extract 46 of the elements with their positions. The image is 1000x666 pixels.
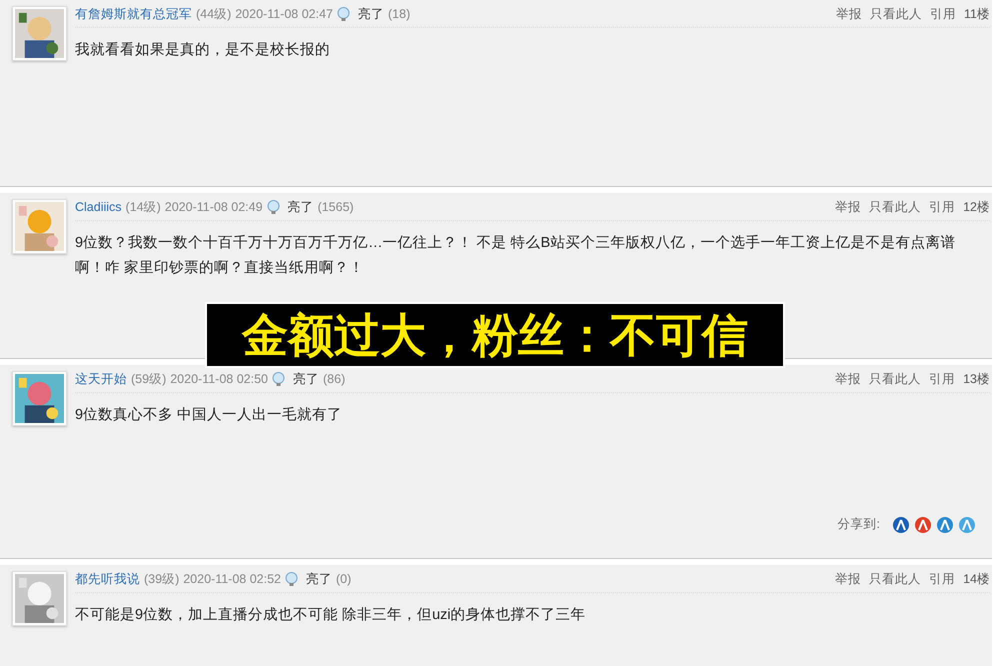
- username-link[interactable]: 有詹姆斯就有总冠军: [75, 6, 192, 22]
- like-link[interactable]: 亮了: [293, 371, 320, 387]
- floor-number: 14楼: [963, 571, 990, 587]
- lightbulb-icon[interactable]: [266, 200, 280, 214]
- post-time: 2020-11-08 02:52: [183, 571, 282, 587]
- username-link[interactable]: Cladiiics: [75, 199, 122, 215]
- username-link[interactable]: 这天开始: [75, 371, 127, 387]
- post-time: 2020-11-08 02:47: [235, 6, 334, 22]
- like-link[interactable]: 亮了: [306, 571, 332, 587]
- floor-number: 11楼: [964, 6, 990, 22]
- video-caption: 金额过大，粉丝：不可信: [205, 302, 785, 368]
- action-link[interactable]: 举报: [835, 571, 862, 587]
- post-body: 9位数？我数一数个十百千万十万百万千万亿…一亿往上？！ 不是 特么B站买个三年版权八亿，一个选手一年工资上亿是不是有点离谱啊！咋 家里印钞票的啊？直接当纸用啊？！: [75, 234, 956, 278]
- action-link[interactable]: 举报: [836, 6, 862, 22]
- floor-number: 12楼: [963, 199, 990, 215]
- action-link[interactable]: 只看此人: [870, 6, 922, 22]
- like-link[interactable]: 亮了: [288, 199, 314, 215]
- like-count: (1565): [318, 199, 354, 215]
- like-count: (18): [388, 6, 410, 22]
- action-link[interactable]: 引用: [929, 199, 956, 215]
- floor-number: 13楼: [963, 371, 990, 387]
- user-level: (39级): [144, 571, 180, 587]
- user-level: (14级): [126, 199, 161, 215]
- username-link[interactable]: 都先听我说: [75, 571, 140, 587]
- lightbulb-icon[interactable]: [285, 572, 298, 586]
- post-time: 2020-11-08 02:50: [170, 371, 268, 387]
- like-count: (86): [323, 371, 346, 387]
- like-link[interactable]: 亮了: [358, 6, 384, 22]
- post-time: 2020-11-08 02:49: [164, 199, 263, 215]
- action-link[interactable]: 举报: [835, 371, 862, 387]
- user-level: (44级): [196, 6, 232, 22]
- user-level: (59级): [131, 371, 166, 387]
- action-link[interactable]: 只看此人: [869, 199, 922, 215]
- action-link[interactable]: 引用: [929, 571, 956, 587]
- action-link[interactable]: 引用: [930, 6, 956, 22]
- action-link[interactable]: 引用: [929, 371, 956, 387]
- lightbulb-icon[interactable]: [337, 6, 350, 22]
- post-body: 我就看看如果是真的，是不是校长报的: [75, 41, 331, 60]
- action-link[interactable]: 只看此人: [869, 571, 922, 587]
- lightbulb-icon[interactable]: [272, 372, 286, 386]
- action-link[interactable]: 只看此人: [869, 371, 922, 387]
- post-body: 不可能是9位数，加上直播分成也不可能 除非三年，但uzi的身体也撑不了三年: [75, 606, 587, 625]
- share-label: 分享到:: [838, 516, 880, 534]
- post-body: 9位数真心不多 中国人一人出一毛就有了: [75, 406, 344, 425]
- action-link[interactable]: 举报: [835, 199, 862, 215]
- like-count: (0): [336, 571, 352, 587]
